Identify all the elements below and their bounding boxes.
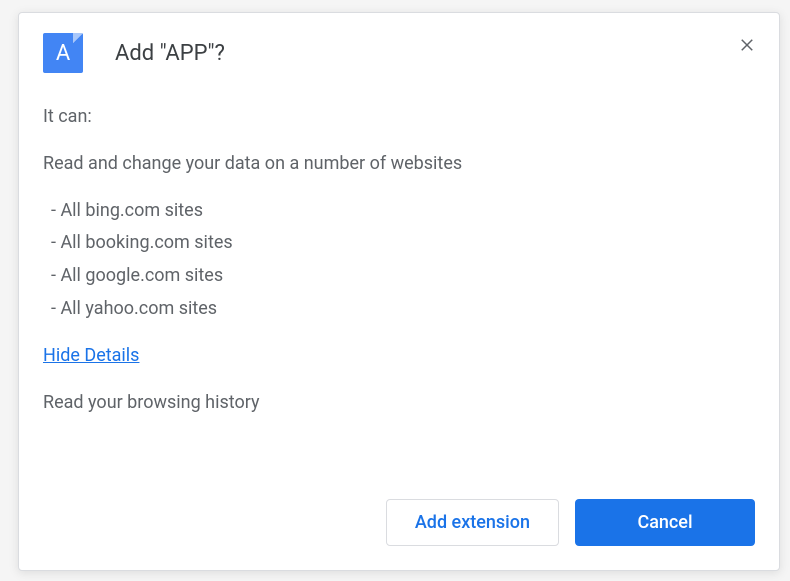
dialog-title: Add "APP"?	[115, 41, 225, 66]
add-extension-button[interactable]: Add extension	[386, 499, 559, 546]
permissions-intro: It can:	[43, 103, 755, 132]
additional-permission: Read your browsing history	[43, 389, 755, 418]
dialog-footer: Add extension Cancel	[19, 483, 779, 570]
close-button[interactable]	[733, 31, 761, 59]
app-icon: A	[43, 33, 83, 73]
extension-install-dialog: A Add "APP"? It can: Read and change you…	[18, 12, 780, 571]
app-icon-letter: A	[56, 41, 70, 66]
site-item: - All bing.com sites	[51, 197, 755, 226]
hide-details-link[interactable]: Hide Details	[43, 342, 139, 371]
site-item: - All google.com sites	[51, 262, 755, 291]
sites-list: - All bing.com sites - All booking.com s…	[43, 197, 755, 324]
close-icon	[738, 36, 756, 54]
permission-description: Read and change your data on a number of…	[43, 150, 755, 179]
site-item: - All booking.com sites	[51, 229, 755, 258]
cancel-button[interactable]: Cancel	[575, 499, 755, 546]
site-item: - All yahoo.com sites	[51, 295, 755, 324]
dialog-body: It can: Read and change your data on a n…	[19, 91, 779, 483]
dialog-header: A Add "APP"?	[19, 13, 779, 91]
